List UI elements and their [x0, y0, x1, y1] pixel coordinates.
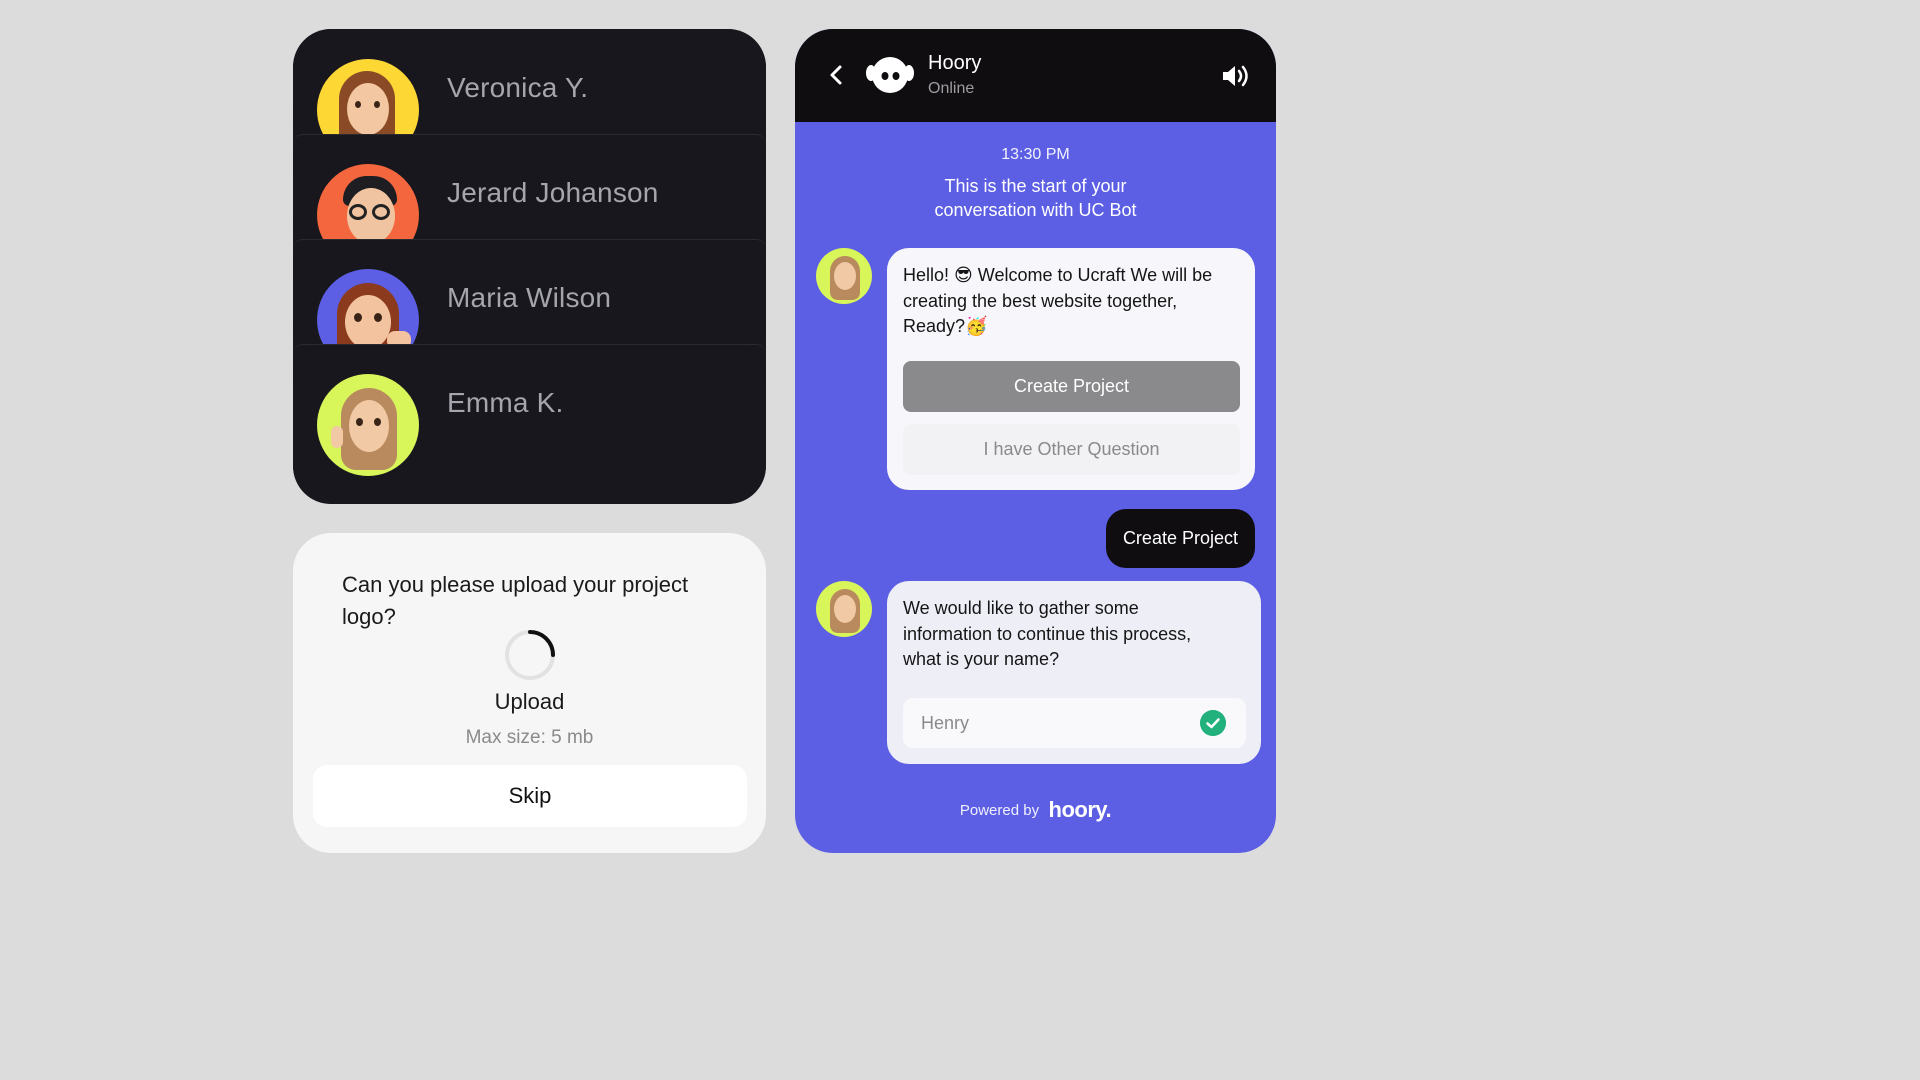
- contact-item[interactable]: Veronica Y.: [293, 29, 766, 161]
- memoji-woman-blonde-icon: [317, 374, 419, 476]
- skip-button[interactable]: Skip: [313, 765, 747, 827]
- powered-by-label: Powered by: [959, 801, 1040, 819]
- hoory-brand-link[interactable]: hoory.: [1049, 797, 1112, 822]
- user-message-bubble: Create Project: [1105, 509, 1255, 568]
- chat-widget: Hoory Online 13:30 PM This is the start …: [795, 29, 1276, 853]
- bot-message-bubble: Hello! 😎 Welcome to Ucraft We will be cr…: [887, 248, 1255, 490]
- contact-item[interactable]: Emma K.: [293, 344, 766, 504]
- chevron-left-icon[interactable]: [825, 63, 847, 87]
- contact-item[interactable]: Jerard Johanson: [293, 134, 766, 266]
- upload-card: Can you please upload your project logo?…: [293, 533, 766, 853]
- contact-name: Emma K.: [447, 387, 564, 418]
- powered-by: Powered by hoory.: [795, 797, 1276, 823]
- divider: [293, 134, 766, 144]
- divider: [293, 239, 766, 249]
- chat-intro-text: This is the start of your conversation w…: [934, 176, 1137, 220]
- bot-status: Online: [928, 80, 975, 97]
- name-input-field[interactable]: [903, 698, 1246, 748]
- contact-name: Jerard Johanson: [447, 177, 659, 208]
- contact-item[interactable]: Maria Wilson: [293, 239, 766, 371]
- bot-name: Hoory: [928, 52, 982, 74]
- contact-name: Veronica Y.: [447, 72, 589, 103]
- bot-avatar-icon: [816, 248, 872, 304]
- bot-message-bubble: We would like to gather some information…: [887, 581, 1261, 764]
- divider: [293, 344, 766, 354]
- chat-intro: This is the start of your conversation w…: [795, 174, 1276, 222]
- loading-spinner-icon: [505, 630, 555, 680]
- chat-timestamp: 13:30 PM: [1001, 146, 1070, 163]
- upload-max-size: Max size: 5 mb: [465, 727, 594, 748]
- contact-name: Maria Wilson: [447, 282, 612, 313]
- name-input[interactable]: [921, 698, 1181, 748]
- speaker-volume-icon[interactable]: [1220, 62, 1250, 90]
- upload-question: Can you please upload your project logo?: [342, 572, 689, 629]
- other-question-button[interactable]: I have Other Question: [903, 424, 1240, 475]
- message-text: Hello! 😎 Welcome to Ucraft We will be cr…: [903, 265, 1213, 336]
- check-circle-icon: [1200, 710, 1226, 736]
- bot-avatar-icon: [816, 581, 872, 637]
- upload-label[interactable]: Upload: [293, 689, 766, 715]
- message-text: We would like to gather some information…: [903, 598, 1192, 669]
- create-project-button[interactable]: Create Project: [903, 361, 1240, 412]
- chat-header: Hoory Online: [795, 29, 1276, 122]
- contacts-card: Veronica Y. Jerard Johanson Maria Wilson: [293, 29, 766, 504]
- hoory-bot-logo-icon: [866, 57, 914, 93]
